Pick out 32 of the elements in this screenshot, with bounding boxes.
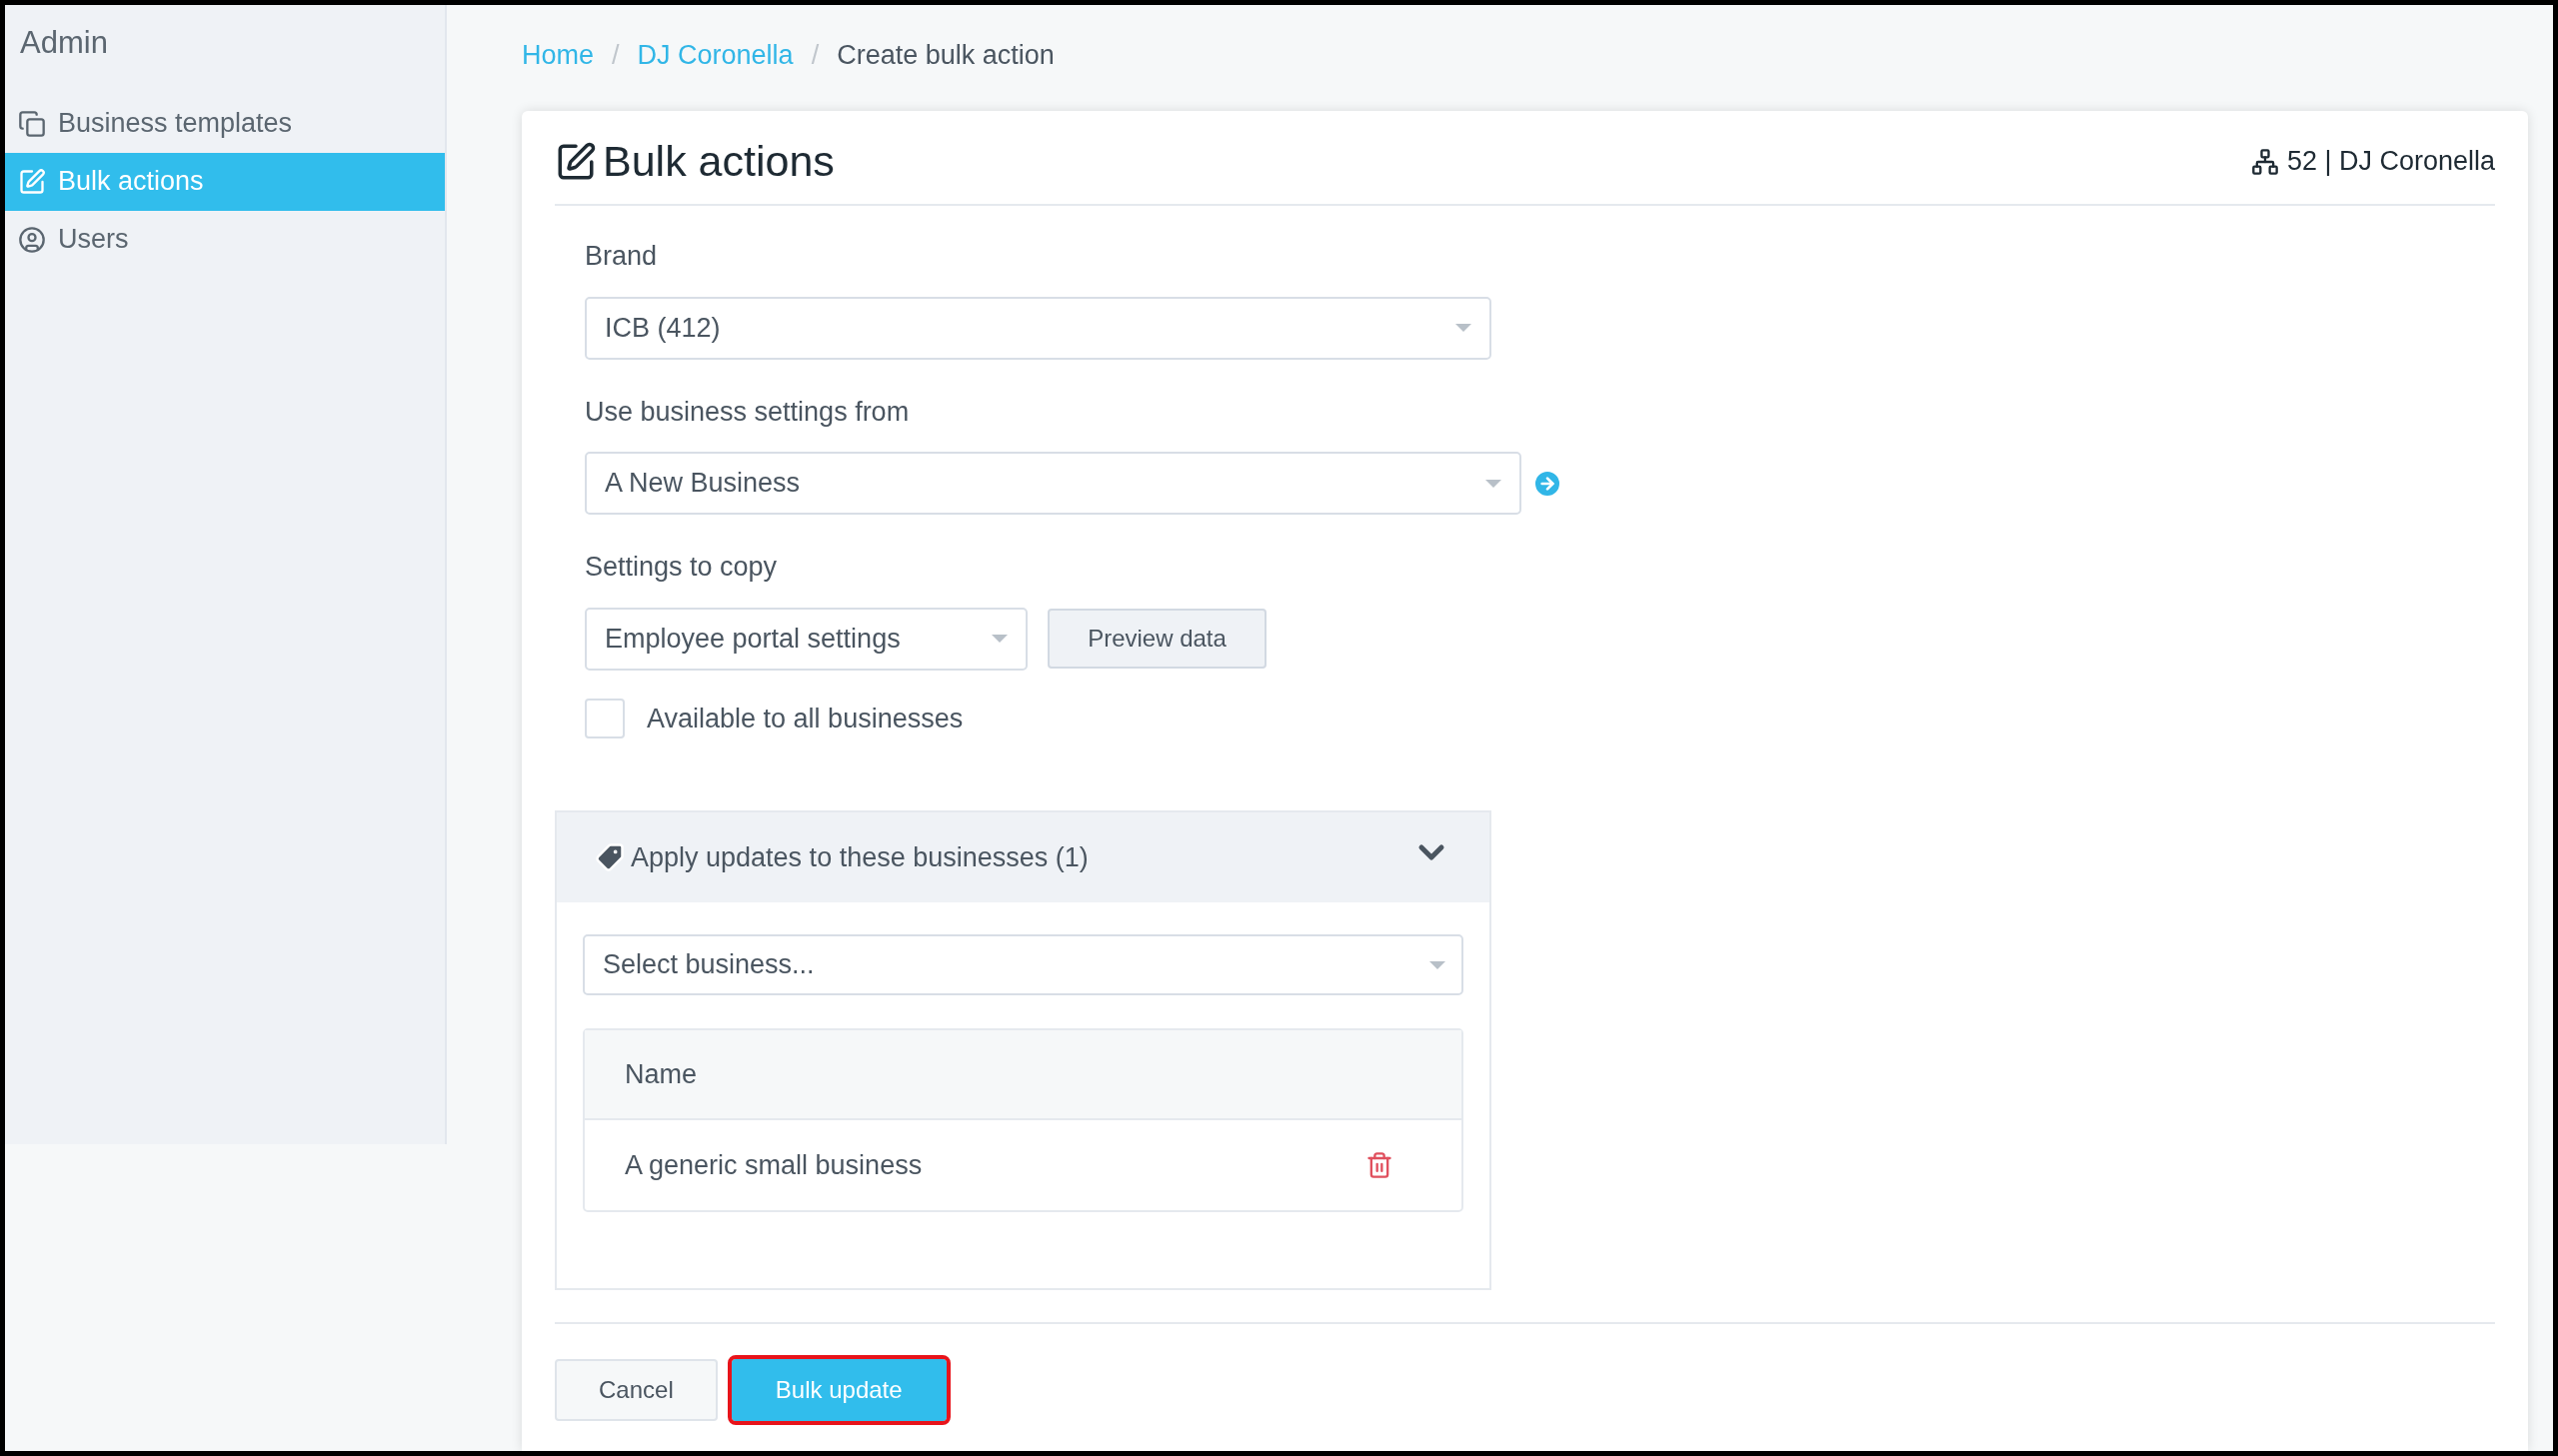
panel-title: Apply updates to these businesses (1) <box>631 840 1089 874</box>
column-header: Name <box>625 1057 698 1091</box>
field-label: Brand <box>585 240 659 273</box>
business-search-select[interactable]: Select business... <box>583 934 1463 995</box>
stacked-cards-icon <box>18 109 46 138</box>
edit-icon <box>18 167 46 196</box>
settings-select[interactable]: Employee portal settings <box>585 607 1028 671</box>
caret-icon <box>992 635 1008 643</box>
table-cell-text: A generic small business <box>625 1148 923 1182</box>
field-label: Use business settings from <box>585 395 911 429</box>
account-label: 52 | DJ Coronella <box>2286 145 2495 179</box>
sidebar-item[interactable]: Users <box>5 210 445 269</box>
user-icon <box>18 225 46 254</box>
sidebar-item[interactable]: Business templates <box>5 94 445 153</box>
page-title: Bulk actions <box>603 136 835 188</box>
tag-icon <box>595 842 625 872</box>
breadcrumb-current: Create bulk action <box>837 38 1055 72</box>
brand-select[interactable]: ICB (412) <box>585 296 1491 360</box>
caret-icon <box>1429 961 1445 969</box>
preview-button[interactable]: Preview data <box>1048 609 1267 669</box>
checkbox-label: Available to all businesses <box>647 702 964 735</box>
business-select[interactable]: A New Business <box>585 452 1521 515</box>
field-label: Settings to copy <box>585 551 779 584</box>
caret-icon <box>1455 324 1471 332</box>
trash-icon[interactable] <box>1365 1151 1393 1179</box>
network-icon <box>2250 147 2279 176</box>
caret-icon <box>1485 479 1501 488</box>
cancel-button[interactable]: Cancel <box>555 1359 718 1421</box>
checkbox[interactable] <box>585 698 625 738</box>
sidebar-title: Admin <box>19 24 109 62</box>
breadcrumb-separator: / <box>612 38 620 72</box>
breadcrumb-separator: / <box>811 38 820 72</box>
